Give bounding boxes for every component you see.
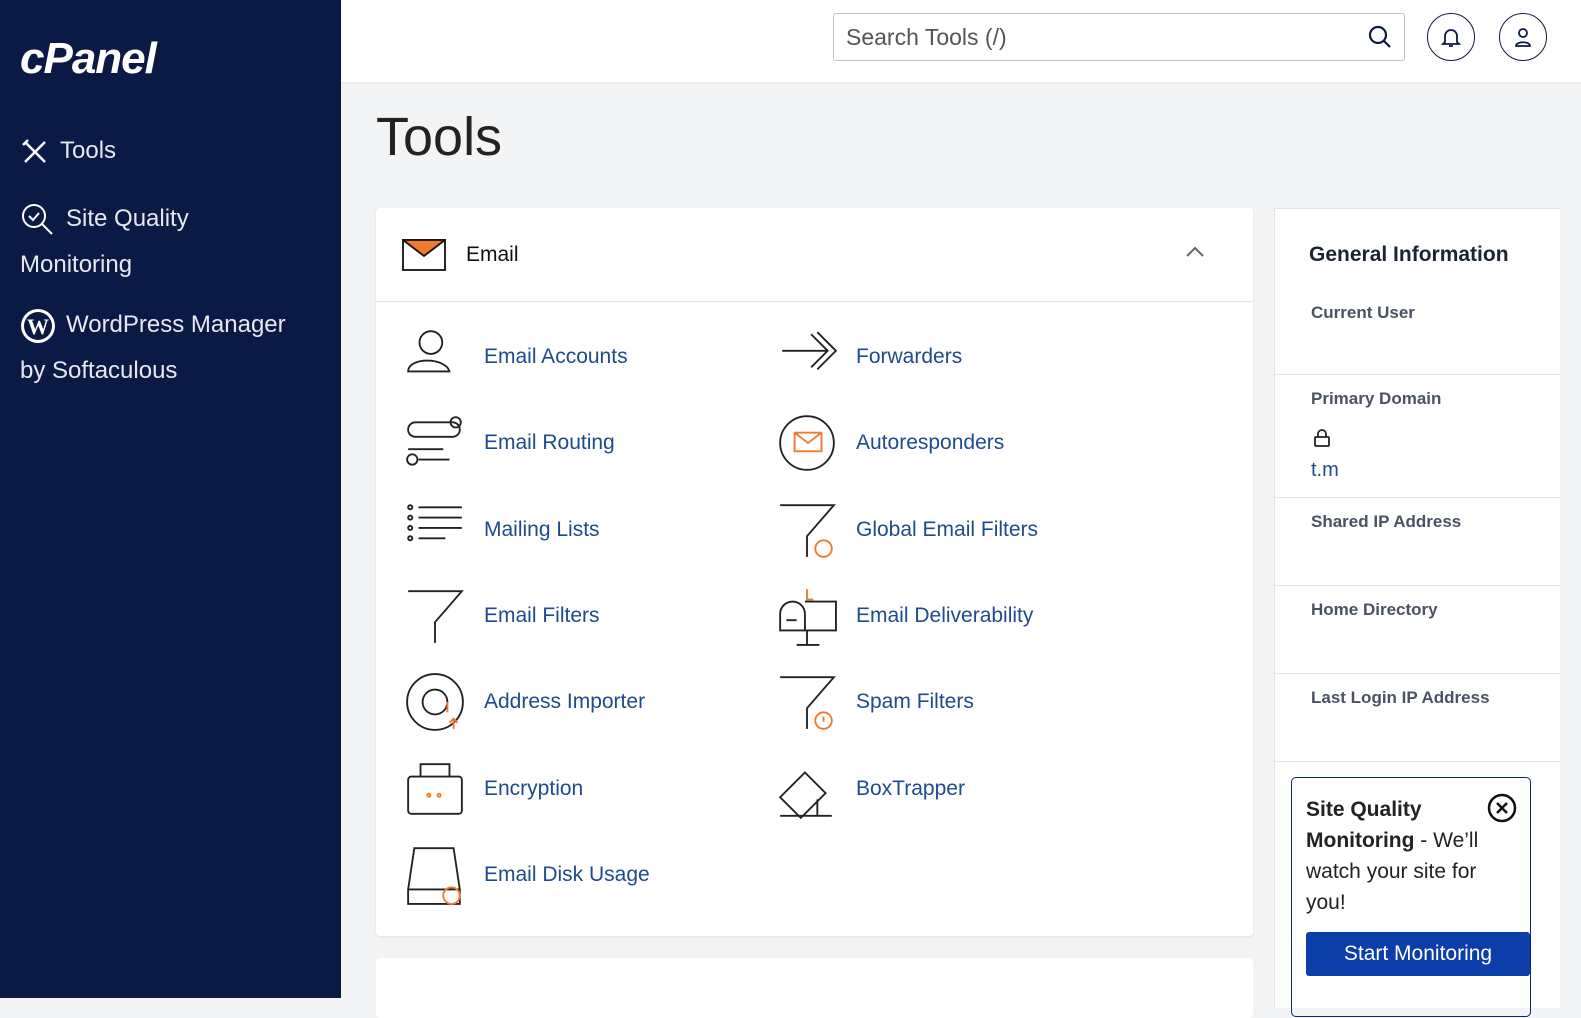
start-monitoring-button[interactable]: Start Monitoring xyxy=(1306,932,1530,976)
boxtrapper-icon xyxy=(778,770,832,819)
sidebar-item-label: by Softaculous xyxy=(20,357,178,384)
tool-label: Encryption xyxy=(484,776,584,800)
sidebar-item-site-quality[interactable]: Site Quality Monitoring xyxy=(20,196,189,288)
tool-global-email-filters[interactable]: Global Email Filters xyxy=(776,499,1038,561)
notifications-button[interactable] xyxy=(1427,13,1475,61)
tool-encryption[interactable]: Encryption xyxy=(404,758,583,820)
search-placeholder: Search Tools (/) xyxy=(846,23,1007,50)
sidebar-item-label: Monitoring xyxy=(20,251,133,278)
lock-icon xyxy=(1314,429,1330,447)
tool-label: Autoresponders xyxy=(856,431,1005,455)
email-section-header[interactable]: Email xyxy=(376,208,1253,302)
tool-boxtrapper[interactable]: BoxTrapper xyxy=(776,758,965,820)
tool-label: Forwarders xyxy=(856,345,963,368)
tool-label: Spam Filters xyxy=(856,690,974,714)
tool-email-routing[interactable]: Email Routing xyxy=(404,412,615,474)
filter-globe-icon xyxy=(780,503,836,558)
email-section: Email Email Accounts Forwarders Email Rout… xyxy=(376,208,1253,936)
tool-label: Email Deliverability xyxy=(856,603,1034,627)
tool-email-deliverability[interactable]: Email Deliverability xyxy=(776,585,1033,647)
sidebar-item-label: Tools xyxy=(60,137,117,164)
search-icon[interactable] xyxy=(1368,25,1392,49)
filter-icon xyxy=(408,590,464,643)
disk-icon xyxy=(407,847,461,905)
tool-label: Global Email Filters xyxy=(856,517,1039,541)
tool-autoresponders[interactable]: Autoresponders xyxy=(776,412,1004,474)
sidebar-item-tools[interactable]: Tools xyxy=(20,128,116,174)
envelope-icon xyxy=(402,238,446,271)
current-user-label: Current User xyxy=(1311,303,1415,322)
tool-label: Address Importer xyxy=(484,690,646,714)
last-login-ip-label: Last Login IP Address xyxy=(1311,688,1490,707)
top-bar: Search Tools (/) xyxy=(341,0,1581,82)
sidebar-item-label: Site Quality xyxy=(66,205,189,232)
tool-email-disk-usage[interactable]: Email Disk Usage xyxy=(404,844,650,906)
page-title: Tools xyxy=(376,107,503,167)
shared-ip-label: Shared IP Address xyxy=(1311,512,1462,531)
user-mail-icon xyxy=(407,330,451,373)
tool-email-accounts[interactable]: Email Accounts xyxy=(404,326,628,388)
general-information-panel: General Information Current User Primary… xyxy=(1274,208,1561,1017)
at-icon xyxy=(406,673,464,732)
chevron-up-icon[interactable] xyxy=(1185,246,1205,258)
tools-icon xyxy=(22,138,46,163)
tool-forwarders[interactable]: Forwarders xyxy=(776,326,962,388)
list-icon xyxy=(407,503,462,541)
encryption-icon xyxy=(407,762,463,815)
tool-label: Email Routing xyxy=(484,431,615,455)
site-quality-promo: Site Quality Monitoring - We’ll watch yo… xyxy=(1291,777,1531,1017)
close-icon[interactable] xyxy=(1486,792,1518,824)
sidebar: cPanel Tools Site Quality Monitoring W Wor… xyxy=(0,0,341,998)
tool-label: BoxTrapper xyxy=(856,776,965,800)
mailbox-icon xyxy=(779,589,837,646)
tool-label: Email Disk Usage xyxy=(484,862,650,886)
forward-icon xyxy=(782,331,838,371)
routing-icon xyxy=(406,416,462,466)
primary-domain-value[interactable]: t.m xyxy=(1311,459,1339,482)
tool-label: Email Filters xyxy=(484,603,600,627)
tool-address-importer[interactable]: Address Importer xyxy=(404,671,645,733)
bell-icon xyxy=(1440,29,1462,47)
user-button[interactable] xyxy=(1499,13,1547,61)
tool-email-filters[interactable]: Email Filters xyxy=(404,585,600,647)
section-title: Email xyxy=(466,242,519,266)
tool-label: Email Accounts xyxy=(484,345,628,368)
filter-alert-icon xyxy=(780,676,836,730)
tool-mailing-lists[interactable]: Mailing Lists xyxy=(404,499,600,561)
promo-title: Site Quality Monitoring xyxy=(1306,798,1422,852)
home-directory-label: Home Directory xyxy=(1311,600,1438,619)
autoresponder-icon xyxy=(779,415,835,472)
svg-text:W: W xyxy=(27,314,49,339)
primary-domain-label: Primary Domain xyxy=(1311,389,1442,408)
wordpress-icon: W xyxy=(21,308,55,343)
search-input[interactable]: Search Tools (/) xyxy=(833,13,1405,61)
sidebar-item-wordpress[interactable]: W WordPress Manager by Softaculous xyxy=(20,302,286,394)
next-section xyxy=(376,958,1253,1018)
tool-spam-filters[interactable]: Spam Filters xyxy=(776,671,974,733)
site-quality-icon xyxy=(22,203,53,235)
cpanel-logo[interactable]: cPanel xyxy=(20,34,157,84)
user-icon xyxy=(1515,28,1531,47)
sidebar-item-label: WordPress Manager xyxy=(66,311,286,338)
tool-label: Mailing Lists xyxy=(484,517,600,541)
